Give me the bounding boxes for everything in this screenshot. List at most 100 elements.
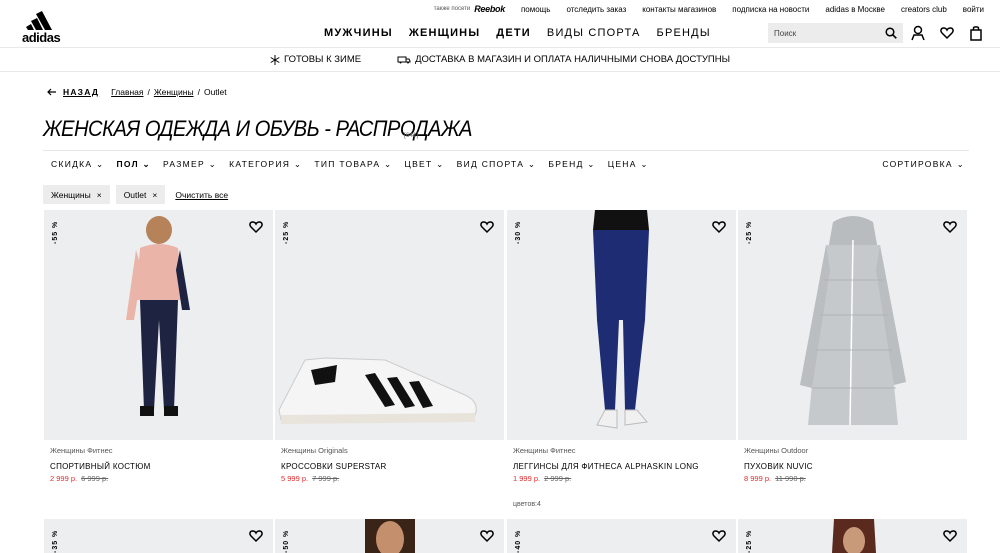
product-price: 8 999 р. 11 990 р. [744,474,806,483]
logo-wordmark: adidas [22,30,61,45]
product-category: Женщины Originals [281,446,348,455]
promo-winter[interactable]: ГОТОВЫ К ЗИМЕ [270,54,361,65]
snowflake-icon [270,54,280,65]
breadcrumb-home[interactable]: Главная [111,87,143,97]
back-button[interactable]: НАЗАД [47,87,99,97]
sale-price: 2 999 р. [50,474,78,483]
filter-brand[interactable]: БРЕНД ⌄ [548,159,595,170]
nav-men[interactable]: МУЖЧИНЫ [324,27,393,39]
creators-club-link[interactable]: creators club [901,5,947,14]
chip-label: Outlet [123,189,147,200]
discount-badge: -25 % [283,220,290,244]
account-icon[interactable] [911,25,925,41]
product-image[interactable] [44,519,273,553]
product-image[interactable] [507,210,736,440]
product-image[interactable] [275,519,504,553]
clear-all-link[interactable]: Очистить все [175,190,228,200]
filter-category[interactable]: КАТЕГОРИЯ ⌄ [229,159,302,170]
filter-size[interactable]: РАЗМЕР ⌄ [163,159,217,170]
adidas-moscow-link[interactable]: adidas в Москве [825,5,885,14]
also-visit[interactable]: также посети Reebok [434,4,506,14]
promo-delivery[interactable]: ДОСТАВКА В МАГАЗИН И ОПЛАТА НАЛИЧНЫМИ СН… [397,54,730,65]
old-price: 11 990 р. [775,474,806,483]
help-link[interactable]: помощь [521,5,550,14]
product-image[interactable] [44,210,273,440]
filter-sport[interactable]: ВИД СПОРТА ⌄ [457,159,537,170]
chip-women[interactable]: Женщины × [43,185,110,204]
store-contacts-link[interactable]: контакты магазинов [642,5,716,14]
wishlist-icon[interactable] [940,25,954,41]
product-image[interactable] [738,210,967,440]
promo-bar: ГОТОВЫ К ЗИМЕ ДОСТАВКА В МАГАЗИН И ОПЛАТ… [0,47,1000,72]
discount-badge: -30 % [515,220,522,244]
newsletter-link[interactable]: подписка на новости [732,5,809,14]
delivery-truck-icon [397,56,411,64]
nav-women[interactable]: ЖЕНЩИНЫ [409,27,480,39]
filter-product-type[interactable]: ТИП ТОВАРА ⌄ [314,159,392,170]
result-count: [641] [404,132,419,139]
nav-sports[interactable]: ВИДЫ СПОРТА [547,27,641,39]
promo-winter-label: ГОТОВЫ К ЗИМЕ [283,54,362,65]
model-image [832,519,876,553]
discount-badge: -55 % [52,220,59,244]
adidas-stripes-icon [26,11,52,30]
down-jacket-image [800,216,906,426]
heart-icon[interactable] [480,529,494,543]
heart-icon[interactable] [249,220,263,234]
close-icon[interactable]: × [97,190,102,200]
chip-outlet[interactable]: Outlet × [115,185,166,204]
search-icon[interactable] [885,27,897,39]
product-name[interactable]: ПУХОВИК NUVIC [744,462,813,471]
sort-dropdown[interactable]: СОРТИРОВКА ⌄ [882,159,965,170]
active-filters: Женщины × Outlet × Очистить все [43,185,228,204]
heart-icon[interactable] [943,529,957,543]
sale-price: 1 999 р. [513,474,541,483]
back-label: НАЗАД [63,87,100,97]
filter-bar: СКИДКА ⌄ ПОЛ ⌄ РАЗМЕР ⌄ КАТЕГОРИЯ ⌄ ТИП … [43,150,969,178]
old-price: 7 999 р. [312,474,340,483]
product-image[interactable] [275,210,504,440]
product-name[interactable]: СПОРТИВНЫЙ КОСТЮМ [50,462,151,471]
login-link[interactable]: войти [963,5,984,14]
heart-icon[interactable] [712,220,726,234]
product-category: Женщины Фитнес [513,446,576,455]
old-price: 2 999 р. [544,474,572,483]
nav-brands[interactable]: БРЕНДЫ [657,27,711,39]
filter-gender[interactable]: ПОЛ ⌄ [116,159,150,170]
cart-icon[interactable] [969,25,983,41]
filter-discount[interactable]: СКИДКА ⌄ [51,159,104,170]
product-price: 1 999 р. 2 999 р. [513,474,571,483]
main-nav: МУЖЧИНЫ ЖЕНЩИНЫ ДЕТИ ВИДЫ СПОРТА БРЕНДЫ [324,27,711,39]
filter-color[interactable]: ЦВЕТ ⌄ [404,159,444,170]
discount-badge: -35 % [52,529,59,553]
color-count: цветов:4 [513,501,541,508]
product-name[interactable]: ЛЕГГИНСЫ ДЛЯ ФИТНЕСА ALPHASKIN LONG [513,462,699,471]
product-image[interactable] [507,519,736,553]
product-name[interactable]: КРОССОВКИ SUPERSTAR [281,462,387,471]
product-category: Женщины Outdoor [744,446,809,455]
filter-price[interactable]: ЦЕНА ⌄ [608,159,649,170]
track-order-link[interactable]: отследить заказ [566,5,626,14]
heart-icon[interactable] [249,529,263,543]
discount-badge: -50 % [283,529,290,553]
product-image[interactable] [738,519,967,553]
breadcrumb-outlet: Outlet [203,87,227,97]
sale-price: 8 999 р. [744,474,772,483]
chip-label: Женщины [51,189,91,200]
model-image [365,519,415,553]
close-icon[interactable]: × [152,190,157,200]
utility-bar: также посети Reebok помощь отследить зак… [434,0,984,18]
breadcrumb-sep: / [147,87,150,97]
breadcrumb-women[interactable]: Женщины [154,87,194,97]
heart-icon[interactable] [480,220,494,234]
heart-icon[interactable] [943,220,957,234]
reebok-logo[interactable]: Reebok [474,4,505,14]
search-input[interactable]: Поиск [768,23,903,43]
discount-badge: -25 % [746,220,753,244]
heart-icon[interactable] [712,529,726,543]
nav-kids[interactable]: ДЕТИ [496,27,531,39]
breadcrumb: НАЗАД Главная / Женщины / Outlet [47,87,227,97]
sneaker-image [278,357,477,424]
search-placeholder: Поиск [774,28,797,38]
adidas-logo[interactable]: adidas [22,10,66,45]
